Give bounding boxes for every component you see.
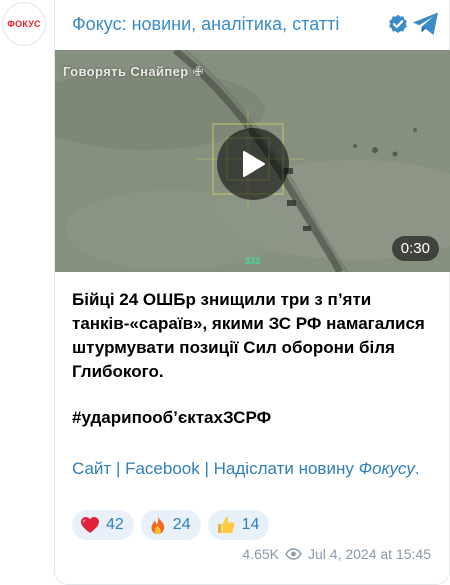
video-player[interactable]: Говорять Снайпер ✙ 0:30 333 <box>55 50 450 272</box>
site-link[interactable]: Сайт <box>72 459 111 478</box>
submit-news-link[interactable]: Надіслати новину <box>214 459 359 478</box>
hud-readout: 333 <box>245 256 261 266</box>
channel-avatar[interactable]: ФОКУС <box>2 2 46 46</box>
reaction-fire[interactable]: 24 <box>140 510 201 540</box>
reaction-count: 14 <box>241 516 260 533</box>
eye-icon <box>285 548 302 560</box>
post-text: Бійці 24 ОШБр знищили три з п’яти танків… <box>72 290 425 381</box>
channel-name[interactable]: Фокус: новини, аналітика, статті <box>72 14 339 35</box>
facebook-link[interactable]: Facebook <box>125 459 200 478</box>
avatar-logo-text: ФОКУС <box>7 19 41 29</box>
link-separator: | <box>111 459 126 478</box>
submit-news-link-name[interactable]: Фокусу <box>359 459 415 478</box>
video-watermark: Говорять Снайпер ✙ <box>63 64 204 79</box>
play-button[interactable] <box>217 128 289 200</box>
hashtag-link[interactable]: #ударипообʼєктахЗСРФ <box>72 408 271 428</box>
video-duration: 0:30 <box>391 236 439 261</box>
reaction-count: 24 <box>172 516 191 533</box>
post-meta: 4.65K Jul 4, 2024 at 15:45 <box>242 546 431 562</box>
play-icon <box>243 151 265 177</box>
fire-icon <box>151 516 164 534</box>
reactions-bar: 42 24 14 <box>72 510 270 540</box>
post-date[interactable]: Jul 4, 2024 at 15:45 <box>308 546 431 562</box>
post-card: Фокус: новини, аналітика, статті Говорят… <box>54 0 450 585</box>
post-header: Фокус: новини, аналітика, статті <box>55 0 450 50</box>
views-count: 4.65K <box>242 546 279 562</box>
thumbs-up-icon <box>217 517 235 533</box>
link-trailing-period: . <box>414 459 420 478</box>
reaction-count: 42 <box>106 516 124 533</box>
link-separator: | <box>199 459 214 478</box>
reaction-thumbs-up[interactable]: 14 <box>207 510 270 540</box>
heart-icon <box>81 517 99 533</box>
post-links: Сайт | Facebook | Надіслати новину Фокус… <box>72 456 432 481</box>
verified-badge-icon <box>388 14 408 34</box>
reaction-heart[interactable]: 42 <box>72 510 134 540</box>
telegram-share-icon[interactable] <box>411 10 441 38</box>
